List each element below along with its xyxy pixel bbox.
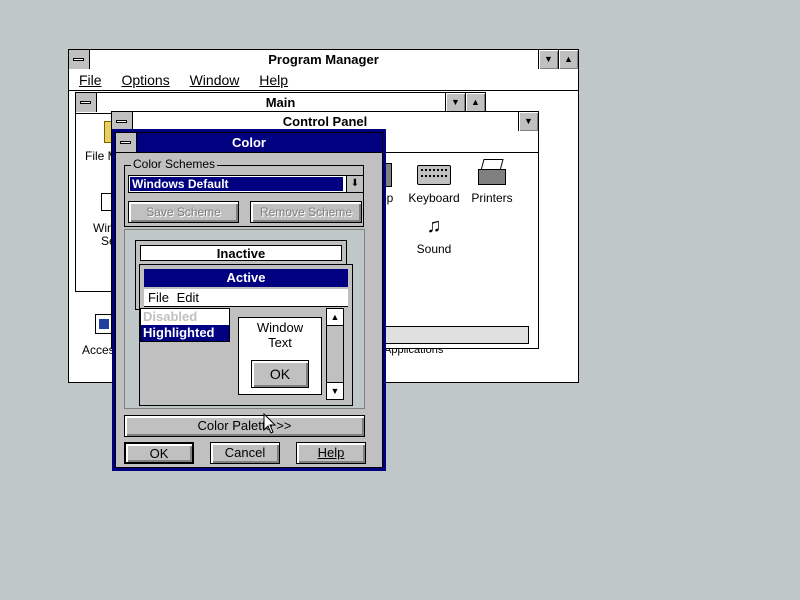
preview-menu-file: File bbox=[148, 290, 169, 305]
ok-button[interactable]: OK bbox=[124, 442, 194, 464]
program-manager-menubar: File Options Window Help bbox=[69, 70, 578, 91]
preview-ok-button: OK bbox=[251, 360, 309, 388]
remove-scheme-button[interactable]: Remove Scheme bbox=[250, 201, 362, 223]
main-group-title: Main bbox=[265, 95, 296, 110]
main-group-system-menu-button[interactable] bbox=[76, 93, 97, 112]
control-panel-scrollbar[interactable] bbox=[381, 326, 529, 344]
color-preview-area[interactable]: Inactive Active File Edit Disabled Highl… bbox=[124, 229, 365, 409]
sound-icon[interactable]: ♫ bbox=[419, 213, 449, 239]
color-scheme-dropdown[interactable]: Windows Default ⬇ bbox=[128, 175, 364, 193]
help-button-label: Help bbox=[317, 445, 345, 460]
cancel-button[interactable]: Cancel bbox=[210, 442, 280, 464]
color-scheme-selected: Windows Default bbox=[130, 177, 343, 191]
preview-window-text-line1: Window bbox=[256, 320, 304, 335]
preview-window-text-box: Window Text OK bbox=[238, 317, 322, 395]
menu-help[interactable]: Help bbox=[259, 72, 288, 88]
color-dialog-title: Color bbox=[232, 135, 266, 150]
menu-file[interactable]: File bbox=[79, 72, 102, 88]
accessories-group-label: Acces bbox=[82, 343, 115, 357]
main-maximize-button[interactable]: ▲ bbox=[465, 93, 485, 112]
preview-menu-dropdown: Disabled Highlighted bbox=[140, 308, 230, 342]
mouse-cursor-icon bbox=[263, 413, 277, 434]
preview-menu-edit: Edit bbox=[176, 290, 199, 305]
keyboard-icon[interactable] bbox=[417, 165, 451, 185]
preview-highlighted-item: Highlighted bbox=[141, 325, 229, 341]
save-scheme-button[interactable]: Save Scheme bbox=[128, 201, 239, 223]
color-schemes-label: Color Schemes bbox=[131, 157, 218, 171]
sound-label: Sound bbox=[416, 242, 452, 256]
menu-window[interactable]: Window bbox=[190, 72, 240, 88]
dropdown-arrow-icon[interactable]: ⬇ bbox=[346, 176, 363, 192]
menu-options[interactable]: Options bbox=[121, 72, 169, 88]
preview-inactive-title: Inactive bbox=[140, 245, 342, 261]
color-palette-button[interactable]: Color Palette >> bbox=[124, 415, 365, 437]
preview-menubar: File Edit bbox=[144, 289, 348, 307]
preview-scroll-down-icon: ▼ bbox=[327, 382, 343, 399]
program-manager-titlebar[interactable]: Program Manager ▼ ▲ bbox=[69, 50, 578, 71]
color-dialog-titlebar[interactable]: Color bbox=[116, 133, 382, 153]
color-dialog-system-menu-button[interactable] bbox=[116, 133, 137, 152]
maximize-button[interactable]: ▲ bbox=[558, 50, 578, 69]
color-dialog[interactable]: Color Color Schemes Windows Default ⬇ Sa… bbox=[112, 129, 386, 471]
printer-icon[interactable] bbox=[478, 159, 506, 189]
program-manager-system-menu-button[interactable] bbox=[69, 50, 90, 69]
printers-label: Printers bbox=[471, 191, 513, 205]
help-button[interactable]: Help bbox=[296, 442, 366, 464]
program-manager-title: Program Manager bbox=[268, 52, 379, 67]
control-panel-minimize-button[interactable]: ▼ bbox=[518, 112, 538, 131]
minimize-button[interactable]: ▼ bbox=[538, 50, 558, 69]
preview-scrollbar: ▲ ▼ bbox=[326, 308, 344, 400]
preview-active-window: Active File Edit Disabled Highlighted Wi… bbox=[139, 264, 353, 406]
preview-active-title: Active bbox=[144, 269, 348, 287]
preview-window-text-line2: Text bbox=[268, 335, 292, 350]
preview-scroll-up-icon: ▲ bbox=[327, 309, 343, 326]
control-panel-title: Control Panel bbox=[282, 114, 368, 129]
main-minimize-button[interactable]: ▼ bbox=[445, 93, 465, 112]
preview-disabled-item: Disabled bbox=[143, 309, 198, 324]
